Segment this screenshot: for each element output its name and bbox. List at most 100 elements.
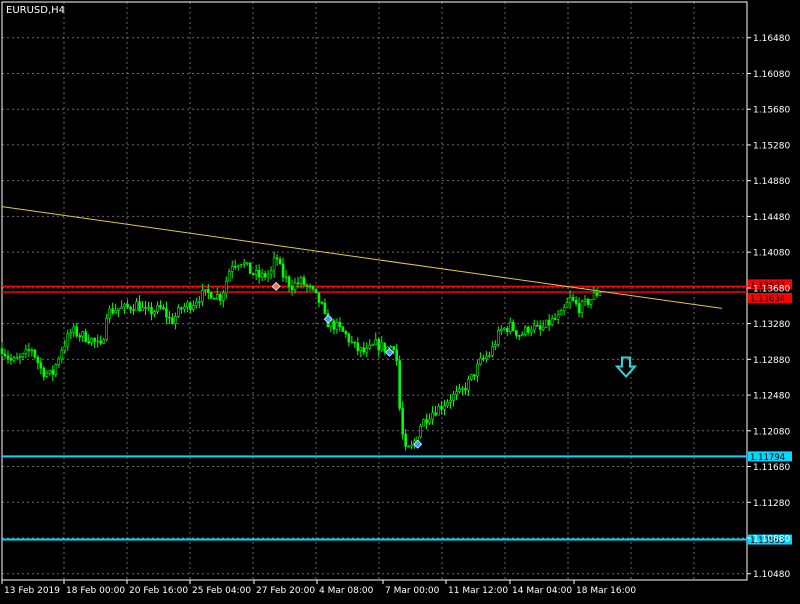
candle-body <box>290 286 294 291</box>
price-tick-label: 1.14080 <box>753 249 790 259</box>
candle-body <box>84 331 88 342</box>
candle-body <box>520 334 524 336</box>
candle-body <box>105 317 108 340</box>
candle-body <box>434 412 437 416</box>
grid <box>1 1 748 581</box>
candle-body <box>506 327 509 333</box>
candle-body <box>344 331 348 335</box>
candle-body <box>374 339 378 345</box>
candle-body <box>332 320 336 330</box>
candle-body <box>323 302 327 314</box>
time-tick-label: 25 Feb 04:00 <box>192 586 251 596</box>
candle-body <box>236 265 240 268</box>
candle-body <box>147 307 150 309</box>
time-tick-label: 20 Feb 16:00 <box>129 586 188 596</box>
candle-body <box>117 308 120 311</box>
candle-body <box>66 333 70 347</box>
candle-body <box>401 408 404 435</box>
candle-body <box>446 402 449 407</box>
candle-body <box>6 355 10 359</box>
candle-body <box>592 292 596 300</box>
candle-body <box>523 326 527 335</box>
candle-body <box>425 419 428 424</box>
chart-window[interactable]: 1.13697 1.13634 1.11794 1.10863 1.16480 1.16… <box>0 0 800 600</box>
candle-body <box>338 322 342 328</box>
candle-body <box>42 367 46 377</box>
candle-body <box>508 321 512 333</box>
candle-body <box>207 289 210 293</box>
candle-body <box>305 284 309 287</box>
candle-body <box>428 418 431 424</box>
candle-body <box>15 357 19 359</box>
time-tick-label: 18 Mar 16:00 <box>576 586 636 596</box>
candle-body <box>517 335 521 337</box>
candle-body <box>547 319 551 326</box>
candle-body <box>308 285 312 288</box>
candle-body <box>514 330 518 336</box>
candle-body <box>36 356 40 364</box>
candle-body <box>383 342 387 352</box>
price-tick-label: 1.13680 <box>753 284 790 294</box>
candle-body <box>281 263 285 278</box>
candle-body <box>78 335 82 337</box>
candle-body <box>296 282 300 285</box>
candle-body <box>377 339 381 351</box>
price-tick-label: 1.12480 <box>753 392 790 402</box>
candles <box>0 251 602 451</box>
candle-body <box>589 299 593 305</box>
candle-body <box>132 309 135 311</box>
time-tick-label: 18 Feb 00:00 <box>66 586 125 596</box>
candle-body <box>141 306 144 312</box>
candle-body <box>168 316 171 319</box>
candle-body <box>532 325 536 331</box>
candle-body <box>57 358 61 365</box>
time-tick-label: 14 Mar 04:00 <box>512 586 572 596</box>
candle-body <box>24 349 28 354</box>
candle-body <box>180 307 183 310</box>
price-tick-label: 1.16080 <box>753 70 790 80</box>
candle-body <box>595 292 599 296</box>
candle-body <box>248 262 252 274</box>
candle-body <box>368 344 372 349</box>
candle-body <box>204 289 207 291</box>
candle-body <box>174 316 177 325</box>
candle-body <box>371 344 375 346</box>
candle-body <box>93 337 96 342</box>
candle-body <box>72 326 76 333</box>
candle-body <box>380 342 384 351</box>
candle-body <box>150 307 153 315</box>
candle-body <box>497 330 500 345</box>
candle-body <box>392 346 395 351</box>
candle-body <box>251 273 255 275</box>
candle-body <box>359 347 363 351</box>
candle-body <box>186 302 189 308</box>
candle-body <box>365 347 369 353</box>
candle-body <box>30 349 34 352</box>
candle-body <box>407 445 410 448</box>
candle-body <box>503 327 506 330</box>
candle-body <box>356 342 360 351</box>
candle-body <box>102 339 105 344</box>
candle-body <box>529 329 533 333</box>
candle-body <box>260 273 264 278</box>
price-chart[interactable]: 1.136971.136341.117941.10863 1.164801.16… <box>0 0 800 600</box>
candle-body <box>467 378 470 391</box>
level-label: 1.13634 <box>750 294 785 304</box>
candle-body <box>48 369 52 374</box>
candle-body <box>87 341 91 344</box>
candle-body <box>171 317 174 325</box>
candle-body <box>210 292 213 299</box>
candle-body <box>449 400 452 403</box>
candle-body <box>287 276 291 287</box>
candle-body <box>269 270 273 275</box>
axes: 1.16480 1.16080 1.15680 1.15280 1.14880 1.144… <box>1 34 790 596</box>
candle-body <box>138 301 141 312</box>
candle-body <box>550 318 554 326</box>
candle-body <box>470 374 473 380</box>
horizontal-levels: 1.136971.136341.117941.10863 <box>2 279 792 546</box>
candle-body <box>230 266 234 272</box>
candle-body <box>317 292 321 303</box>
candle-body <box>559 310 563 316</box>
candle-body <box>18 356 22 358</box>
candle-body <box>395 349 398 361</box>
